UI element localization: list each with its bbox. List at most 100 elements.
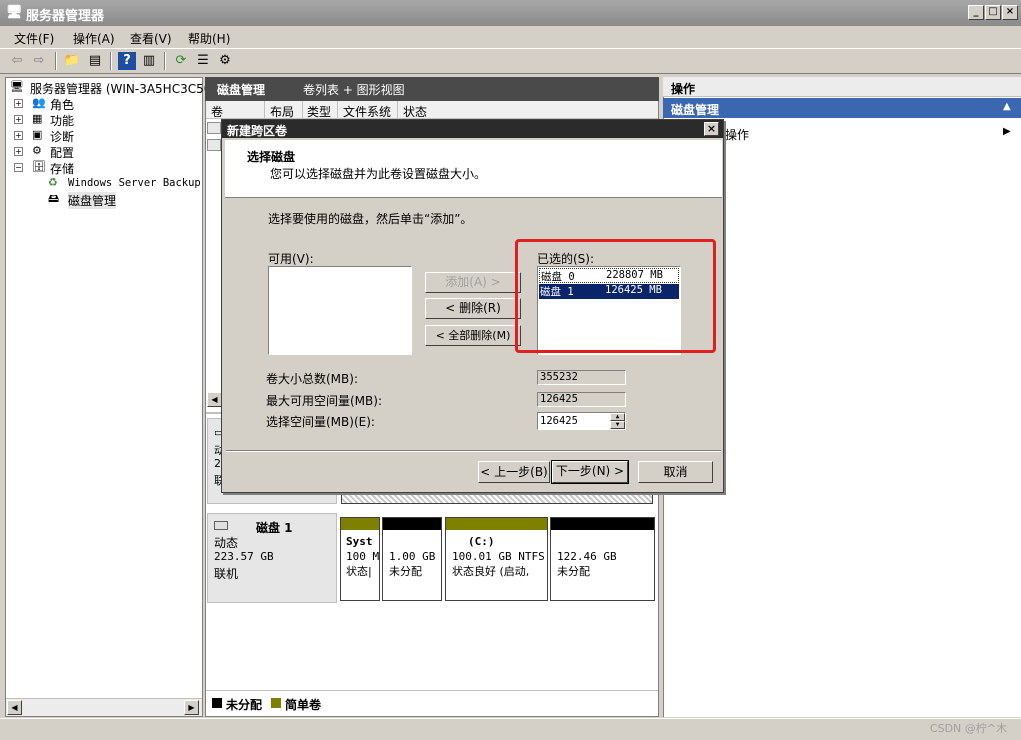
roles-icon: 👥 (32, 96, 46, 109)
back-arrow-icon[interactable]: ⇦ (8, 52, 26, 70)
close-button[interactable]: × (1002, 5, 1018, 20)
show-hide-action-icon[interactable]: ▥ (140, 52, 158, 70)
toolbar-separator (164, 52, 166, 70)
max-space-label: 最大可用空间量(MB): (266, 394, 382, 408)
disk1-segment-unallocated-2[interactable]: 122.46 GB 未分配 (550, 517, 655, 601)
tree-item-label: 功能 (50, 114, 75, 128)
spin-down-icon[interactable]: ▼ (610, 421, 625, 429)
toolbar-separator (110, 52, 112, 70)
spin-up-icon[interactable]: ▲ (610, 413, 625, 421)
maximize-button[interactable]: □ (985, 5, 1001, 20)
status-bar: CSDN @柠^木 (0, 718, 1021, 740)
disk1-size: 223.57 GB (214, 550, 274, 563)
menu-help[interactable]: 帮助(H) (188, 30, 230, 47)
actions-header: 操作 (663, 77, 1021, 97)
segment-bar (383, 518, 441, 530)
disk-icon (214, 521, 228, 530)
app-icon: 🖥 (6, 5, 23, 20)
menu-file[interactable]: 文件(F) (14, 30, 54, 47)
expand-icon[interactable]: + (14, 99, 23, 108)
disk1-segment-system[interactable]: Syst 100 M 状态| (340, 517, 380, 601)
disk1-segment-unallocated[interactable]: 1.00 GB 未分配 (382, 517, 442, 601)
disk1-type: 动态 (214, 536, 239, 550)
dialog-close-button[interactable]: × (704, 122, 719, 136)
volume-icon (207, 122, 221, 134)
actions-section-disk-management[interactable]: 磁盘管理 ▲ (663, 98, 1021, 118)
scroll-left-icon[interactable]: ◀ (7, 700, 22, 715)
tree-item-label: Windows Server Backup (68, 177, 201, 189)
menu-action[interactable]: 操作(A) (73, 30, 115, 47)
column-layout[interactable]: 布局 (270, 103, 294, 120)
watermark: CSDN @柠^木 (929, 722, 1007, 735)
help-icon[interactable]: ? (118, 52, 136, 70)
column-volume[interactable]: 卷 (211, 103, 223, 120)
menu-bar: 文件(F) 操作(A) 查看(V) 帮助(H) (0, 27, 1021, 47)
minimize-button[interactable]: _ (968, 5, 984, 20)
title-bar: 🖥 服务器管理器 _ □ × (0, 0, 1021, 26)
tree-h-scrollbar[interactable]: ◀ ▶ (6, 698, 202, 716)
configuration-icon: ⚙ (32, 144, 42, 157)
next-button[interactable]: 下一步(N) > (551, 460, 629, 484)
select-space-label: 选择空间量(MB)(E): (266, 415, 375, 429)
cancel-button[interactable]: 取消 (638, 461, 713, 483)
total-size-label: 卷大小总数(MB): (266, 372, 358, 386)
refresh-icon[interactable]: ⟳ (172, 52, 190, 70)
legend-label: 简单卷 (285, 698, 322, 712)
expand-icon[interactable]: + (14, 115, 23, 124)
dialog-divider (226, 450, 721, 452)
tree-item-label: 配置 (50, 146, 75, 160)
add-button[interactable]: 添加(A) > (425, 272, 521, 293)
volume-list-header: 卷 布局 类型 文件系统 状态 (206, 101, 658, 119)
dialog-header-panel: 选择磁盘 您可以选择磁盘并为此卷设置磁盘大小。 (225, 140, 722, 198)
scroll-left-icon[interactable]: ◀ (207, 392, 222, 407)
segment-bar (551, 518, 654, 530)
forward-arrow-icon[interactable]: ⇨ (30, 52, 48, 70)
remove-button[interactable]: < 删除(R) (425, 298, 521, 319)
segment-size: 122.46 GB (557, 550, 617, 563)
disk1-status: 联机 (214, 567, 239, 581)
segment-status: 状态| (346, 565, 372, 578)
tree-item-label: 存储 (50, 162, 75, 176)
server-icon: 🖥 (10, 80, 24, 93)
legend-swatch-unallocated (212, 698, 222, 708)
toolbar: ⇦ ⇨ 📁 ▤ ? ▥ ⟳ ☰ ⚙ (0, 48, 1021, 74)
select-space-input[interactable]: 126425 ▲ ▼ (537, 412, 626, 430)
segment-bar (446, 518, 547, 530)
select-space-value: 126425 (540, 415, 578, 427)
collapse-up-icon[interactable]: ▲ (1003, 101, 1011, 112)
remove-all-button[interactable]: < 全部删除(M) (425, 325, 521, 346)
navigation-tree: 🖥 服务器管理器 (WIN-3A5HC3C504 + 👥 角色 + ▦ 功能 +… (5, 77, 219, 717)
expand-icon[interactable]: + (14, 131, 23, 140)
column-status[interactable]: 状态 (403, 103, 427, 120)
actions-section-title: 磁盘管理 (671, 103, 720, 117)
show-hide-tree-icon[interactable]: ▤ (86, 52, 104, 70)
submenu-arrow-icon: ▶ (1003, 126, 1011, 137)
dialog-subheading: 您可以选择磁盘并为此卷设置磁盘大小。 (270, 167, 487, 181)
back-button[interactable]: < 上一步(B) (478, 461, 550, 483)
collapse-icon[interactable]: − (14, 163, 23, 172)
up-folder-icon[interactable]: 📁 (63, 52, 81, 70)
segment-title: Syst (346, 535, 373, 548)
new-spanned-volume-dialog: 新建跨区卷 × 选择磁盘 您可以选择磁盘并为此卷设置磁盘大小。 选择要使用的磁盘… (221, 119, 724, 493)
legend-swatch-simple (271, 698, 281, 708)
column-filesystem[interactable]: 文件系统 (343, 103, 391, 120)
actions-more[interactable]: 操作 ▶ (725, 124, 1017, 142)
volume-icon (207, 139, 221, 151)
actions-title: 操作 (671, 82, 696, 96)
max-space-field: 126425 (537, 392, 626, 407)
tree-item-label: 诊断 (50, 130, 75, 144)
legend-label: 未分配 (226, 698, 263, 712)
total-size-field: 355232 (537, 370, 626, 385)
tree-item-label: 角色 (50, 98, 75, 112)
features-icon: ▦ (32, 112, 43, 125)
column-type[interactable]: 类型 (307, 103, 331, 120)
disk1-segment-c[interactable]: (C:) 100.01 GB NTFS 状态良好 (启动, (445, 517, 548, 601)
segment-status: 未分配 (389, 565, 422, 578)
settings-icon[interactable]: ⚙ (216, 52, 234, 70)
menu-view[interactable]: 查看(V) (130, 30, 172, 47)
properties-icon[interactable]: ☰ (194, 52, 212, 70)
segment-bar (341, 518, 379, 530)
available-disks-list[interactable] (268, 266, 412, 355)
expand-icon[interactable]: + (14, 147, 23, 156)
scroll-right-icon[interactable]: ▶ (184, 700, 199, 715)
